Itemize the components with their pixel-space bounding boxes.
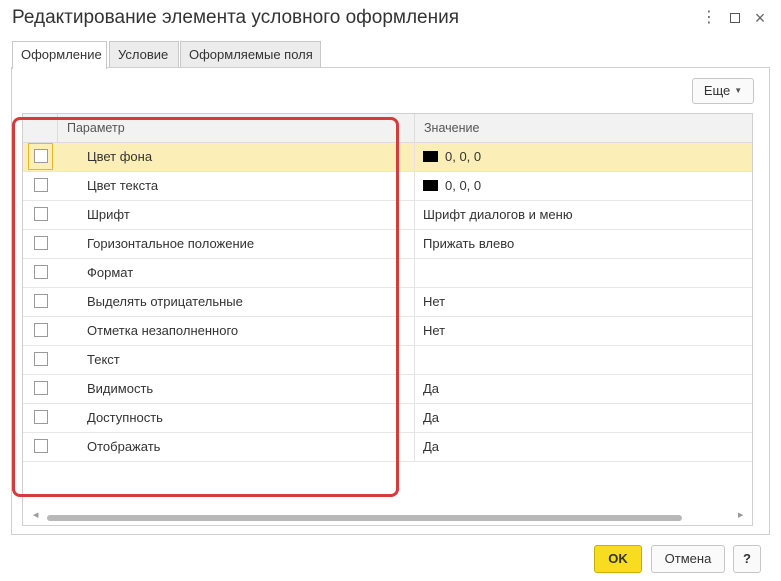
table-row[interactable]: Формат	[23, 259, 752, 288]
ok-button[interactable]: OK	[594, 545, 642, 573]
tab-formatted-fields[interactable]: Оформляемые поля	[180, 41, 321, 67]
column-divider	[414, 143, 415, 171]
column-divider	[414, 201, 415, 229]
tab-panel: Еще ▼ Параметр Значение Цвет фона 0, 0, 0Ц…	[11, 67, 770, 535]
table-row[interactable]: Доступность Да	[23, 404, 752, 433]
column-divider	[414, 230, 415, 258]
tab-appearance[interactable]: Оформление	[12, 41, 107, 69]
row-checkbox[interactable]	[34, 178, 48, 192]
row-checkbox[interactable]	[34, 410, 48, 424]
column-divider	[414, 259, 415, 287]
parameter-value[interactable]: Шрифт диалогов и меню	[423, 201, 573, 229]
column-divider	[414, 288, 415, 316]
title-bar: Редактирование элемента условного оформл…	[0, 0, 781, 38]
row-checkbox[interactable]	[34, 149, 48, 163]
column-divider	[414, 433, 415, 461]
parameter-name: Текст	[87, 352, 120, 367]
row-checkbox[interactable]	[34, 207, 48, 221]
parameter-name: Цвет фона	[87, 149, 153, 164]
row-checkbox[interactable]	[34, 439, 48, 453]
table-header: Параметр Значение	[23, 114, 752, 143]
parameter-value[interactable]: Да	[423, 433, 439, 461]
parameters-table: Параметр Значение Цвет фона 0, 0, 0 Цвет т…	[22, 113, 753, 526]
parameter-name: Формат	[87, 265, 134, 280]
column-divider	[57, 114, 58, 142]
more-button[interactable]: Еще ▼	[692, 78, 754, 104]
parameter-value-text: Нет	[423, 294, 446, 309]
more-button-label: Еще	[703, 83, 731, 98]
parameter-value-text: Нет	[423, 323, 446, 338]
table-row[interactable]: Выделять отрицательные Нет	[23, 288, 752, 317]
parameter-value[interactable]: Нет	[423, 288, 445, 316]
color-swatch	[423, 180, 438, 191]
parameter-value-text: Шрифт диалогов и меню	[423, 207, 573, 222]
color-swatch	[423, 151, 438, 162]
close-icon[interactable]: ×	[750, 8, 770, 28]
chevron-down-icon: ▼	[734, 86, 743, 95]
column-divider	[414, 114, 415, 142]
maximize-icon[interactable]	[725, 8, 745, 28]
parameter-name: Горизонтальное положение	[87, 236, 255, 251]
table-body: Цвет фона 0, 0, 0 Цвет текста 0, 0, 0 Шрифт Ш…	[23, 143, 752, 462]
table-row[interactable]: Отображать Да	[23, 433, 752, 462]
scrollbar-thumb[interactable]	[47, 515, 682, 521]
column-divider	[414, 172, 415, 200]
row-checkbox[interactable]	[34, 294, 48, 308]
parameter-name: Цвет текста	[87, 178, 159, 193]
column-divider	[414, 375, 415, 403]
table-row[interactable]: Цвет фона 0, 0, 0	[23, 143, 752, 172]
parameter-name: Шрифт	[87, 207, 130, 222]
row-checkbox[interactable]	[34, 236, 48, 250]
column-header-value[interactable]: Значение	[424, 114, 479, 142]
parameter-name: Доступность	[87, 410, 163, 425]
help-button[interactable]: ?	[733, 545, 761, 573]
scroll-left-icon[interactable]: ◀	[33, 511, 38, 519]
column-header-parameter[interactable]: Параметр	[67, 114, 125, 142]
parameter-value-text: 0, 0, 0	[445, 149, 482, 164]
table-row[interactable]: Цвет текста 0, 0, 0	[23, 172, 752, 201]
parameter-name: Отображать	[87, 439, 161, 454]
parameter-value-text: Прижать влево	[423, 236, 515, 251]
table-row[interactable]: Шрифт Шрифт диалогов и меню	[23, 201, 752, 230]
column-divider	[414, 317, 415, 345]
parameter-value[interactable]: Прижать влево	[423, 230, 514, 258]
parameter-value-text: Да	[423, 439, 440, 454]
parameter-value[interactable]: Да	[423, 375, 439, 403]
parameter-value[interactable]: 0, 0, 0	[423, 143, 481, 171]
table-row[interactable]: Текст	[23, 346, 752, 375]
cancel-button[interactable]: Отмена	[651, 545, 725, 573]
scroll-right-icon[interactable]: ▶	[738, 511, 743, 519]
parameter-value-text: Да	[423, 410, 440, 425]
row-checkbox[interactable]	[34, 352, 48, 366]
parameter-value[interactable]: 0, 0, 0	[423, 172, 481, 200]
parameter-value-text: Да	[423, 381, 440, 396]
parameter-name: Выделять отрицательные	[87, 294, 243, 309]
dialog-title: Редактирование элемента условного оформл…	[12, 7, 460, 28]
row-checkbox[interactable]	[34, 381, 48, 395]
horizontal-scrollbar[interactable]: ◀ ▶	[23, 510, 752, 525]
column-divider	[414, 404, 415, 432]
parameter-name: Видимость	[87, 381, 154, 396]
parameter-value-text: 0, 0, 0	[445, 178, 482, 193]
column-divider	[414, 346, 415, 374]
table-row[interactable]: Видимость Да	[23, 375, 752, 404]
more-actions-icon[interactable]: ⋮	[699, 8, 719, 28]
parameter-value[interactable]: Да	[423, 404, 439, 432]
row-checkbox[interactable]	[34, 265, 48, 279]
row-checkbox[interactable]	[34, 323, 48, 337]
table-row[interactable]: Горизонтальное положение Прижать влево	[23, 230, 752, 259]
table-row[interactable]: Отметка незаполненного Нет	[23, 317, 752, 346]
parameter-value[interactable]: Нет	[423, 317, 445, 345]
tab-condition[interactable]: Условие	[109, 41, 179, 67]
parameter-name: Отметка незаполненного	[87, 323, 239, 338]
